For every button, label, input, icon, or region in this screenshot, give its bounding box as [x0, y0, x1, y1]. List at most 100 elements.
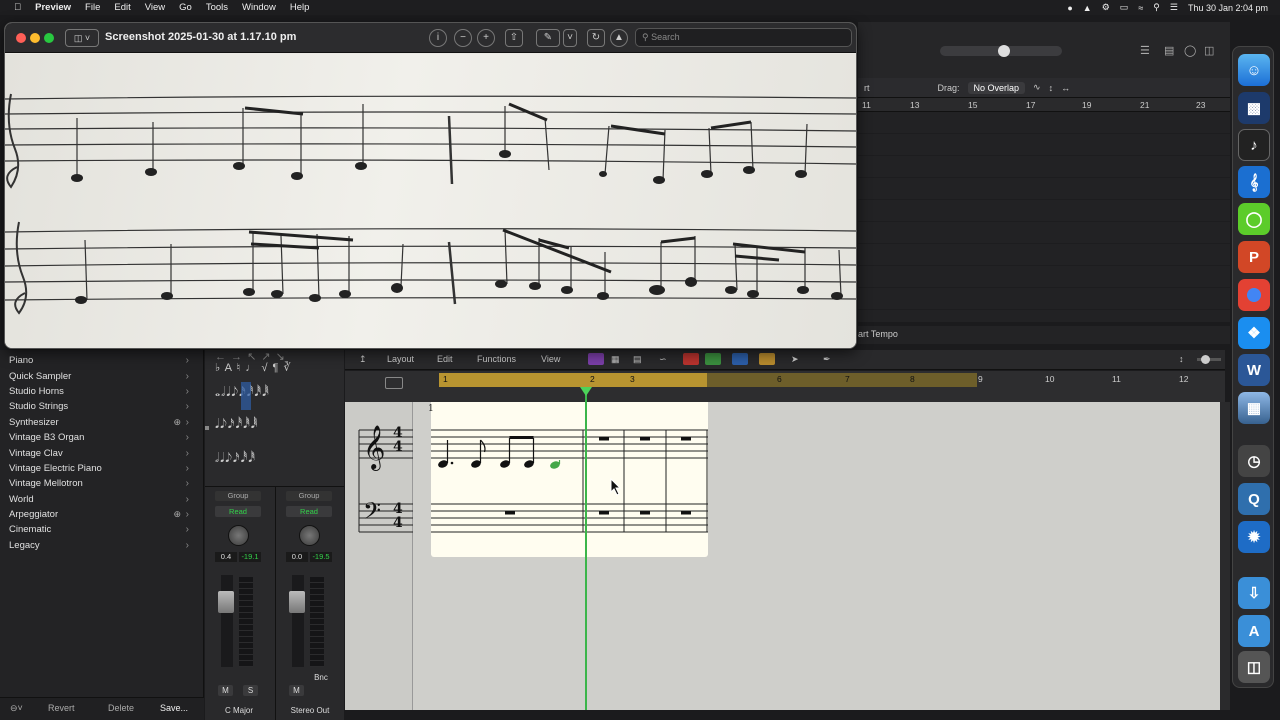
- mute-button[interactable]: M: [289, 685, 304, 696]
- logic-pro-icon[interactable]: ♪: [1238, 129, 1270, 161]
- palette-tabs-row[interactable]: ♭ A ♮ ♩ √ ¶ ∛: [215, 361, 292, 374]
- page-view-icon[interactable]: ▤: [633, 354, 642, 365]
- library-item[interactable]: Piano ›: [0, 353, 203, 368]
- zoom-in-icon[interactable]: +: [477, 29, 495, 47]
- library-item[interactable]: Studio Strings ›: [0, 399, 203, 414]
- wifi-icon[interactable]: ≈: [1138, 3, 1143, 13]
- pointer-tool-icon[interactable]: ➤: [791, 354, 799, 365]
- functions-menu[interactable]: Functions: [477, 354, 516, 364]
- sidebar-toggle-icon[interactable]: ◫ ˅: [65, 29, 99, 47]
- midi-in-icon[interactable]: [588, 353, 604, 365]
- save-button[interactable]: Save...: [160, 703, 188, 713]
- menu-app-name[interactable]: Preview: [35, 2, 71, 13]
- palette-notes-row-2[interactable]: 𝅘𝅥𝅘𝅥𝅮𝅘𝅥𝅯𝅘𝅥𝅰𝅘𝅥𝅱𝅘𝅥𝅲: [215, 416, 258, 432]
- library-item[interactable]: Vintage Mellotron ›: [0, 476, 203, 491]
- catch-icon[interactable]: [683, 353, 699, 365]
- apple-icon[interactable]: : [14, 2, 21, 13]
- palette-selected-note[interactable]: [241, 382, 251, 410]
- menu-tools[interactable]: Tools: [206, 2, 228, 13]
- clock-text[interactable]: Thu 30 Jan 2:04 pm: [1188, 3, 1268, 13]
- app-store-folder-icon[interactable]: A: [1238, 615, 1270, 647]
- fit-horizontal-icon[interactable]: ↔: [1061, 83, 1070, 93]
- region-bar[interactable]: [707, 373, 977, 387]
- menu-window[interactable]: Window: [242, 2, 276, 13]
- playhead[interactable]: [585, 392, 587, 710]
- accessibility-icon[interactable]: ▲: [1083, 3, 1092, 13]
- minimize-button[interactable]: [30, 33, 40, 43]
- list-icon[interactable]: ☰: [1140, 44, 1150, 57]
- tempo-track[interactable]: art Tempo: [858, 326, 1230, 344]
- record-icon[interactable]: ●: [1067, 3, 1072, 13]
- search-icon[interactable]: ⚲: [1153, 2, 1160, 13]
- collapse-icon[interactable]: ↥: [359, 354, 367, 365]
- library-item[interactable]: Studio Horns ›: [0, 384, 203, 399]
- preview-titlebar[interactable]: ◫ ˅ Screenshot 2025-01-30 at 1.17.10 pm …: [5, 23, 856, 53]
- cycle-region[interactable]: [439, 373, 707, 387]
- automation-icon[interactable]: ∽: [659, 354, 667, 365]
- channel-name[interactable]: C Major: [205, 706, 273, 715]
- pan-knob[interactable]: [228, 525, 249, 546]
- powerpoint-icon[interactable]: P: [1238, 241, 1270, 273]
- menu-edit[interactable]: Edit: [114, 2, 130, 13]
- view-menu[interactable]: View: [541, 354, 560, 364]
- library-item[interactable]: Legacy ›: [0, 538, 203, 553]
- zoom-out-icon[interactable]: −: [454, 29, 472, 47]
- grid-icon[interactable]: ▦: [611, 354, 620, 365]
- zoom-vertical-icon[interactable]: ↕: [1179, 354, 1184, 364]
- markup-icon[interactable]: ▲: [610, 29, 628, 47]
- menu-go[interactable]: Go: [179, 2, 192, 13]
- score-notation[interactable]: [431, 402, 708, 557]
- clock-icon[interactable]: ◷: [1238, 445, 1270, 477]
- volume-fader[interactable]: [221, 575, 233, 667]
- master-volume-slider[interactable]: [940, 45, 1062, 57]
- library-item[interactable]: Cinematic ›: [0, 522, 203, 537]
- region-icon[interactable]: [385, 377, 403, 389]
- vertical-scrollbar[interactable]: [1220, 402, 1230, 710]
- library-item[interactable]: Vintage Clav ›: [0, 445, 203, 460]
- library-item[interactable]: Arpeggiator ⊕ ›: [0, 507, 203, 522]
- tracks-menu-label[interactable]: rt: [864, 83, 870, 93]
- channel-name[interactable]: Stereo Out: [276, 706, 344, 715]
- automation-read[interactable]: Read: [215, 506, 261, 517]
- settings-icon[interactable]: ✹: [1238, 521, 1270, 553]
- scribe-icon[interactable]: 𝄞: [1238, 166, 1270, 198]
- markup-pen-icon[interactable]: ✎: [536, 29, 560, 47]
- trash-icon[interactable]: ◫: [1238, 651, 1270, 683]
- drag-mode-select[interactable]: No Overlap: [967, 81, 1026, 94]
- search-field[interactable]: ⚲ Search: [635, 28, 852, 47]
- snap-icon[interactable]: [732, 353, 748, 365]
- notepad-icon[interactable]: ▤: [1164, 44, 1174, 57]
- pan-knob[interactable]: [299, 525, 320, 546]
- link-icon[interactable]: [705, 353, 721, 365]
- solo-button[interactable]: S: [243, 685, 258, 696]
- zoom-button[interactable]: [44, 33, 54, 43]
- library-item[interactable]: Quick Sampler ›: [0, 368, 203, 383]
- tracks-lanes[interactable]: [858, 112, 1230, 322]
- fit-vertical-icon[interactable]: ↕: [1049, 83, 1054, 93]
- safari-icon[interactable]: ❖: [1238, 317, 1270, 349]
- library-item[interactable]: Vintage Electric Piano ›: [0, 461, 203, 476]
- browser-icon[interactable]: ◫: [1204, 44, 1214, 57]
- info-icon[interactable]: i: [429, 29, 447, 47]
- preview-icon[interactable]: ▦: [1238, 392, 1270, 424]
- library-item[interactable]: Synthesizer ⊕ ›: [0, 415, 203, 430]
- secondary-tool-icon[interactable]: ✒: [823, 354, 831, 365]
- playhead-handle[interactable]: [580, 387, 592, 396]
- share-icon[interactable]: ⇧: [505, 29, 523, 47]
- fader-cap[interactable]: [218, 591, 234, 613]
- palette-notes-row-3[interactable]: 𝅗𝅥𝅘𝅥𝅘𝅥𝅮𝅘𝅥𝅯𝅘𝅥𝅰𝅘𝅥𝅱: [215, 450, 256, 466]
- mute-button[interactable]: M: [218, 685, 233, 696]
- volume-fader[interactable]: [292, 575, 304, 667]
- zoom-slider[interactable]: [1197, 355, 1221, 364]
- chrome-icon[interactable]: [1238, 279, 1270, 311]
- control-center-icon[interactable]: ☰: [1170, 2, 1178, 13]
- waveform-zoom-icon[interactable]: ∿: [1033, 82, 1041, 93]
- score-ruler[interactable]: 1 2 3 6 7 8 9 10 11 12: [345, 371, 1225, 402]
- menu-help[interactable]: Help: [290, 2, 310, 13]
- download-icon[interactable]: ⊕: [173, 417, 181, 428]
- downloads-folder-icon[interactable]: ⇩: [1238, 577, 1270, 609]
- library-item[interactable]: Vintage B3 Organ ›: [0, 430, 203, 445]
- garageband-icon[interactable]: ◯: [1238, 203, 1270, 235]
- word-icon[interactable]: W: [1238, 354, 1270, 386]
- battery-icon[interactable]: ▭: [1120, 2, 1129, 13]
